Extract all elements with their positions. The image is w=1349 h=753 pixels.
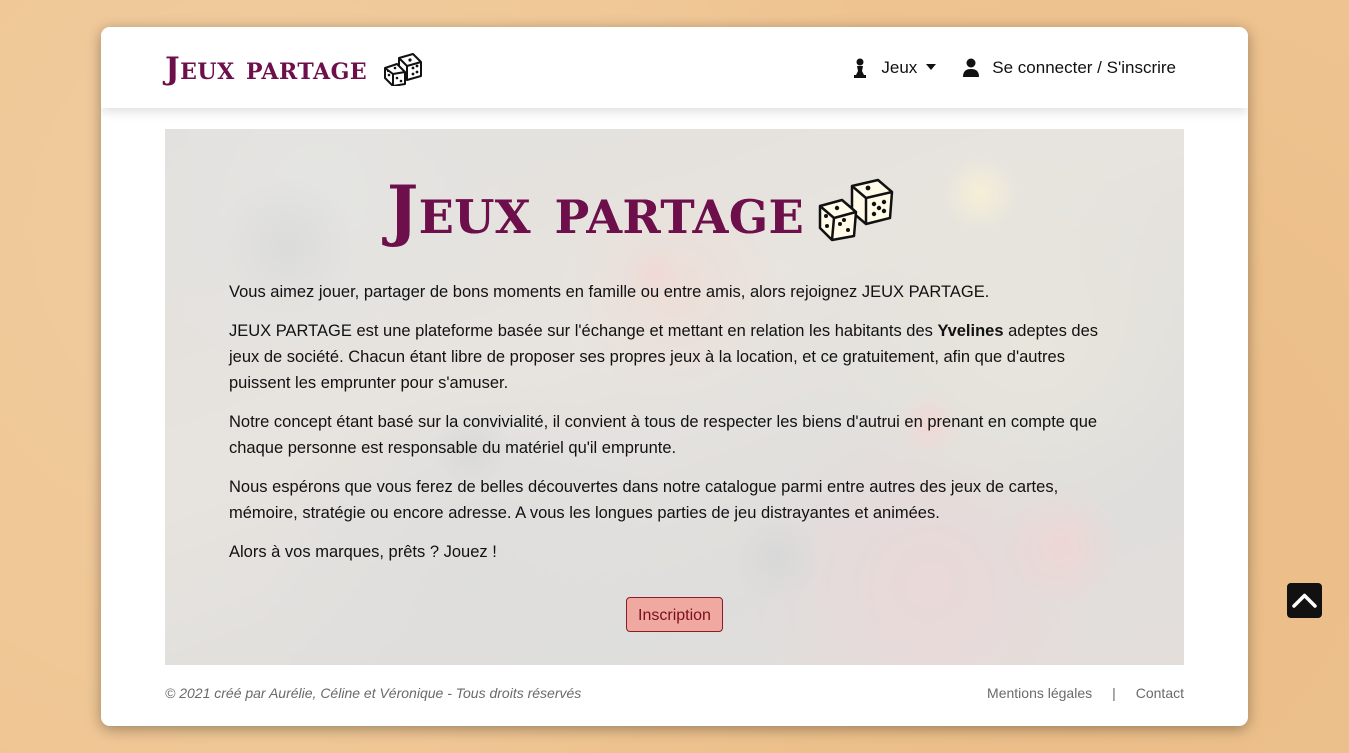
footer-links: Mentions légales | Contact xyxy=(987,685,1184,701)
login-link-label: Se connecter / S'inscrire xyxy=(992,58,1176,77)
footer: © 2021 créé par Aurélie, Céline et Véron… xyxy=(165,683,1184,707)
brand-title: Jeux partage xyxy=(165,50,368,87)
user-icon xyxy=(963,58,980,77)
intro-paragraph: Notre concept étant basé sur la convivia… xyxy=(229,413,1098,457)
intro-paragraph: Nous espérons que vous ferez de belles d… xyxy=(229,478,1059,522)
dice-icon xyxy=(818,178,894,242)
intro-text: Vous aimez jouer, partager de bons momen… xyxy=(229,279,1124,578)
hero-section: Jeux partage Vous aimez jouer, partager … xyxy=(165,129,1184,665)
intro-paragraph-text: JEUX PARTAGE est une plateforme basée su… xyxy=(229,322,938,340)
games-dropdown[interactable]: Jeux xyxy=(851,58,937,78)
copyright-text: © 2021 créé par Aurélie, Céline et Véron… xyxy=(165,685,582,701)
brand-link[interactable]: Jeux partage xyxy=(165,45,423,93)
intro-paragraph: Alors à vos marques, prêts ? Jouez ! xyxy=(229,543,497,561)
region-name: Yvelines xyxy=(937,322,1004,340)
main-card: Jeux partage Jeux Se connecter / S'inscr… xyxy=(101,27,1248,726)
chevron-down-icon xyxy=(926,64,937,70)
navbar: Jeux partage Jeux Se connecter / S'inscr… xyxy=(101,27,1248,108)
legal-notice-link[interactable]: Mentions légales xyxy=(987,685,1092,701)
signup-button[interactable]: Inscription xyxy=(626,597,723,632)
intro-paragraph: Vous aimez jouer, partager de bons momen… xyxy=(229,283,990,301)
pawn-icon xyxy=(854,58,867,78)
nav-menu: Jeux Se connecter / S'inscrire xyxy=(851,55,1176,81)
contact-link[interactable]: Contact xyxy=(1136,685,1184,701)
intro-paragraph: JEUX PARTAGE est une plateforme basée su… xyxy=(229,318,1124,396)
login-link[interactable]: Se connecter / S'inscrire xyxy=(962,58,1176,78)
chevron-up-icon xyxy=(1292,593,1317,608)
games-dropdown-label: Jeux xyxy=(881,58,918,77)
hero-title: Jeux partage xyxy=(387,167,894,253)
scroll-to-top-button[interactable] xyxy=(1287,583,1322,618)
hero-title-text: Jeux partage xyxy=(387,171,805,249)
dice-icon xyxy=(384,53,423,86)
footer-separator: | xyxy=(1112,685,1116,701)
